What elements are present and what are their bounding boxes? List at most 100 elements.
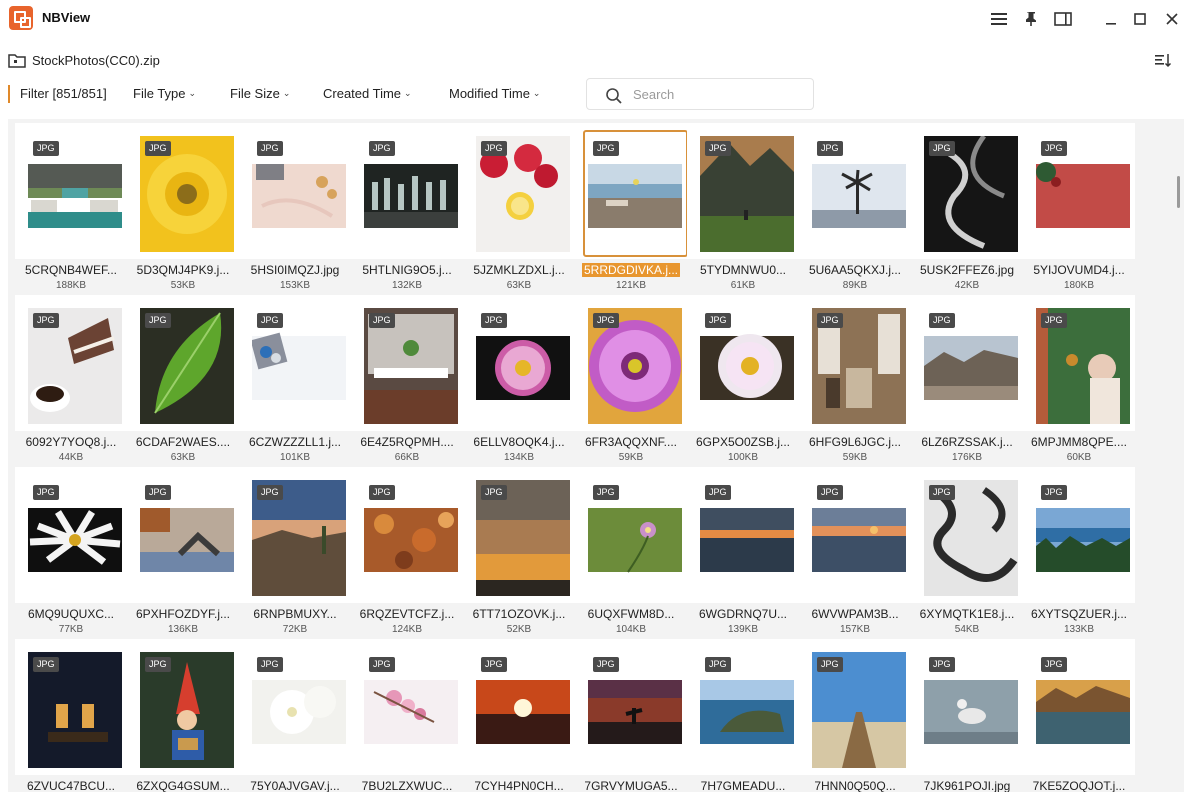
thumbnail-card[interactable]: JPG [911,467,1023,603]
thumbnail-card[interactable]: JPG [15,295,127,431]
file-tile[interactable]: JPG 6MQ9UQUXC... 77KB [15,467,127,639]
file-tile[interactable]: JPG 6WGDRNQ7U... 139KB [687,467,799,639]
file-tile[interactable]: JPG 6RNPBMUXY... 72KB [239,467,351,639]
thumbnail-card[interactable]: JPG [799,295,911,431]
file-tile[interactable]: JPG 5JZMKLZDXL.j... 63KB [463,123,575,295]
thumbnail-card[interactable]: JPG [799,639,911,775]
file-tile[interactable]: JPG 7BU2LZXWUC... [351,639,463,792]
thumbnail-card[interactable]: JPG [687,467,799,603]
file-tile[interactable]: JPG 6PXHFOZDYF.j... 136KB [127,467,239,639]
thumbnail-card[interactable]: JPG [1023,639,1135,775]
thumbnail-card[interactable]: JPG [575,467,687,603]
file-tile[interactable]: JPG 5USK2FFEZ6.jpg 42KB [911,123,1023,295]
file-tile[interactable]: JPG 6E4Z5RQPMH.... 66KB [351,295,463,467]
file-tile[interactable]: JPG 6TT71OZOVK.j... 52KB [463,467,575,639]
minimize-icon[interactable] [1097,6,1125,32]
file-tile[interactable]: JPG 6XYMQTK1E8.j... 54KB [911,467,1023,639]
file-tile[interactable]: JPG 7JK961POJI.jpg [911,639,1023,792]
vertical-scrollbar[interactable] [1177,176,1180,208]
search-box[interactable] [586,78,814,110]
thumbnail-card[interactable]: JPG [911,295,1023,431]
sort-icon[interactable] [1154,52,1172,68]
search-input[interactable] [633,85,803,103]
file-tile[interactable]: JPG 5RRDGDIVKA.j... 121KB [575,123,688,295]
thumbnail-card[interactable]: JPG [127,295,239,431]
chevron-down-icon: ⌄ [404,88,412,98]
panel-toggle-icon[interactable] [1049,6,1077,32]
thumbnail-card[interactable]: JPG [575,295,687,431]
file-tile[interactable]: JPG 7H7GMEADU... [687,639,799,792]
thumbnail-card[interactable]: JPG [239,467,351,603]
thumbnail-card[interactable]: JPG [463,467,575,603]
thumbnail-card[interactable]: JPG [1023,295,1135,431]
thumbnail-card[interactable]: JPG [127,467,239,603]
thumbnail-card[interactable]: JPG [127,123,239,259]
thumbnail-card[interactable]: JPG [463,295,575,431]
file-type-badge: JPG [33,141,59,156]
file-tile[interactable]: JPG 7CYH4PN0CH... [463,639,575,792]
file-tile[interactable]: JPG 6ZXQG4GSUM... [127,639,239,792]
file-tile[interactable]: JPG 5U6AA5QKXJ.j... 89KB [799,123,911,295]
thumbnail-card[interactable]: JPG [799,467,911,603]
thumbnail-card[interactable]: JPG [127,639,239,775]
archive-path[interactable]: StockPhotos(CC0).zip [32,53,160,68]
thumbnail-card[interactable]: JPG [239,295,351,431]
file-tile[interactable]: JPG 6CDAF2WAES.... 63KB [127,295,239,467]
thumbnail-card[interactable]: JPG [351,295,463,431]
file-tile[interactable]: JPG 7HNN0Q50Q... [799,639,911,792]
file-tile[interactable]: JPG 5HTLNIG9O5.j... 132KB [351,123,463,295]
thumbnail-card[interactable]: JPG [15,639,127,775]
maximize-icon[interactable] [1126,6,1154,32]
thumbnail-card[interactable]: JPG [239,639,351,775]
file-tile[interactable]: JPG 5CRQNB4WEF... 188KB [15,123,127,295]
thumbnail-card[interactable]: JPG [239,123,351,259]
file-tile[interactable]: JPG 6092Y7YOQ8.j... 44KB [15,295,127,467]
file-type-dropdown[interactable]: File Type ⌄ [133,86,196,101]
file-tile[interactable]: JPG 5TYDMNWU0... 61KB [687,123,799,295]
file-tile[interactable]: JPG 6GPX5O0ZSB.j... 100KB [687,295,799,467]
file-size: 124KB [391,624,423,635]
thumbnail-card[interactable]: JPG [351,123,463,259]
thumbnail-card[interactable]: JPG [1023,123,1135,259]
thumbnail-card[interactable]: JPG [911,639,1023,775]
thumbnail-card[interactable]: JPG [687,295,799,431]
file-tile[interactable]: JPG 6WVWPAM3B... 157KB [799,467,911,639]
close-icon[interactable] [1158,6,1186,32]
thumbnail-card[interactable]: JPG [463,639,575,775]
pin-icon[interactable] [1017,6,1045,32]
file-tile[interactable]: JPG 6CZWZZZLL1.j... 101KB [239,295,351,467]
thumbnail-card[interactable]: JPG [15,467,127,603]
file-tile[interactable]: JPG 6ELLV8OQK4.j... 134KB [463,295,575,467]
file-size-dropdown[interactable]: File Size ⌄ [230,86,290,101]
file-tile[interactable]: JPG 6LZ6RZSSAK.j... 176KB [911,295,1023,467]
file-tile[interactable]: JPG 6ZVUC47BCU... [15,639,127,792]
thumbnail-card[interactable]: JPG [687,123,799,259]
file-tile[interactable]: JPG 6HFG9L6JGC.j... 59KB [799,295,911,467]
file-tile[interactable]: JPG 5D3QMJ4PK9.j... 53KB [127,123,239,295]
file-tile[interactable]: JPG 7KE5ZOQJOT.j... [1023,639,1135,792]
thumbnail-card[interactable]: JPG [911,123,1023,259]
file-tile[interactable]: JPG 6FR3AQQXNF.... 59KB [575,295,687,467]
thumbnail-card[interactable]: JPG [463,123,575,259]
file-tile[interactable]: JPG 5HSI0IMQZJ.jpg 153KB [239,123,351,295]
menu-icon[interactable] [985,6,1013,32]
modified-time-dropdown[interactable]: Modified Time ⌄ [449,86,540,101]
file-tile[interactable]: JPG 5YIJOVUMD4.j... 180KB [1023,123,1135,295]
file-tile[interactable]: JPG 6RQZEVTCFZ.j... 124KB [351,467,463,639]
thumbnail-card[interactable]: JPG [575,639,687,775]
filter-count-button[interactable]: Filter [851/851] [20,86,107,101]
file-tile[interactable]: JPG 6XYTSQZUER.j... 133KB [1023,467,1135,639]
thumbnail-card[interactable]: JPG [575,123,688,259]
thumbnail-card[interactable]: JPG [351,467,463,603]
thumbnail-grid[interactable]: JPG 5CRQNB4WEF... 188KB JPG 5D3QMJ4PK9.j... 5… [8,119,1184,792]
file-tile[interactable]: JPG 7GRVYMUGA5... [575,639,687,792]
thumbnail-card[interactable]: JPG [1023,467,1135,603]
thumbnail-card[interactable]: JPG [799,123,911,259]
file-tile[interactable]: JPG 6MPJMM8QPE.... 60KB [1023,295,1135,467]
thumbnail-card[interactable]: JPG [15,123,127,259]
created-time-dropdown[interactable]: Created Time ⌄ [323,86,412,101]
file-tile[interactable]: JPG 75Y0AJVGAV.j... [239,639,351,792]
file-tile[interactable]: JPG 6UQXFWM8D... 104KB [575,467,687,639]
thumbnail-card[interactable]: JPG [687,639,799,775]
thumbnail-card[interactable]: JPG [351,639,463,775]
